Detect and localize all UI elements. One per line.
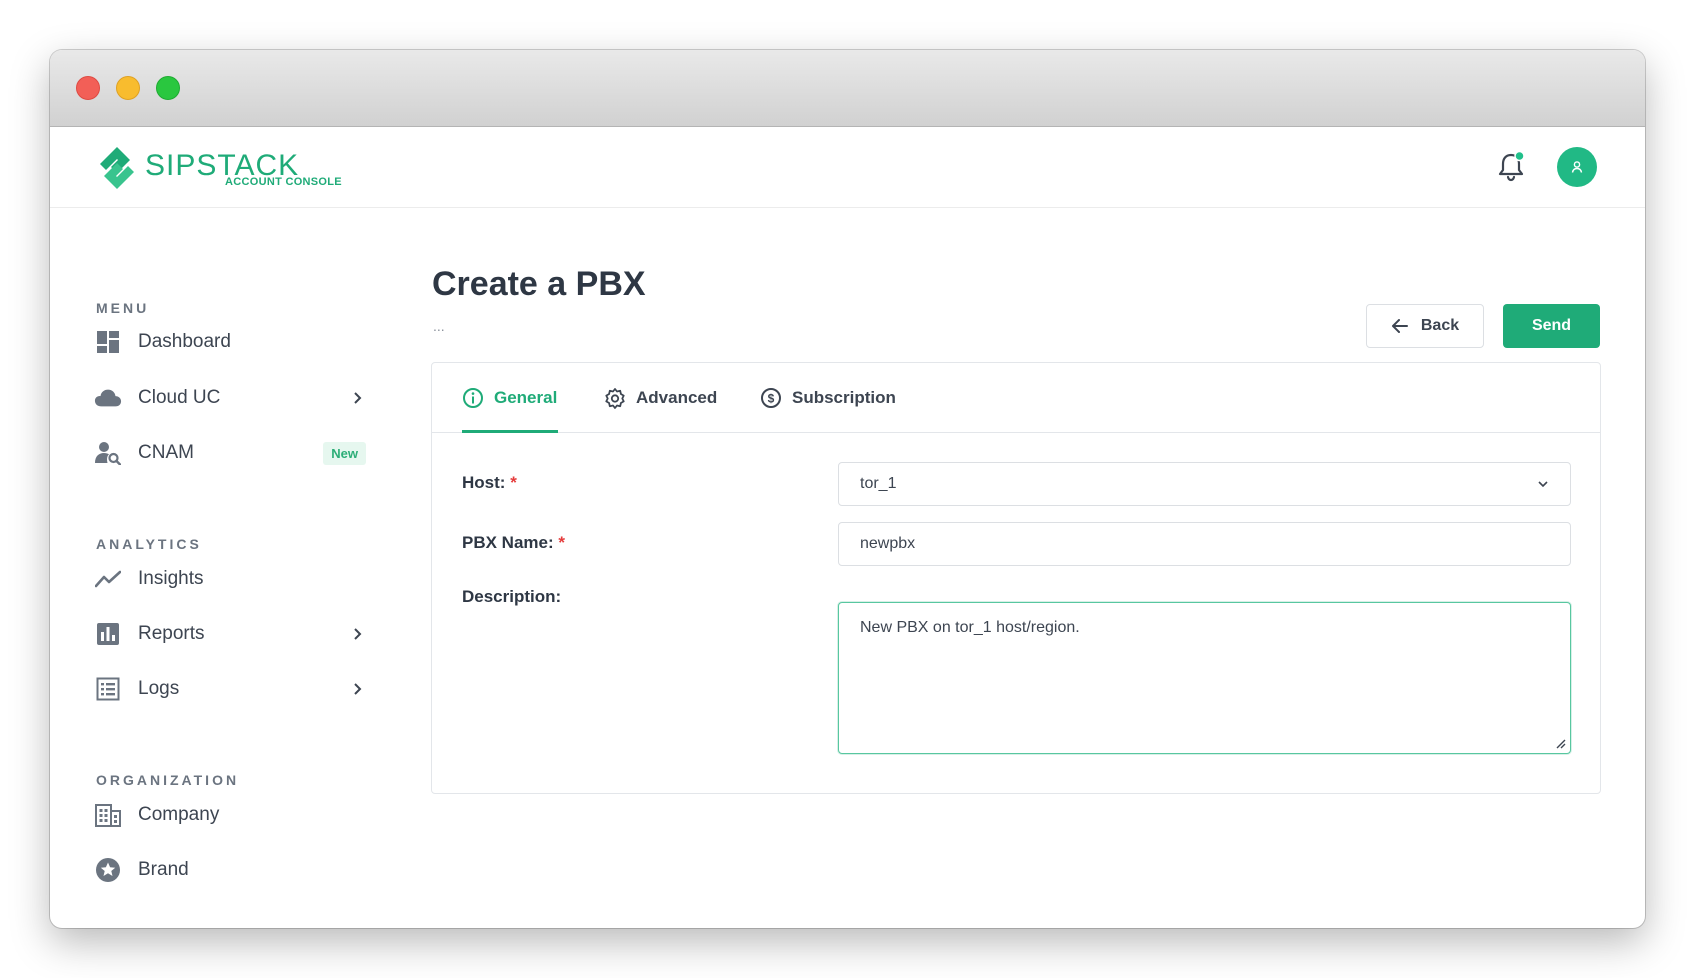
chevron-right-icon [350,681,366,697]
sidebar-item-label: CNAM [138,442,194,463]
dollar-icon: $ [761,388,781,408]
chevron-right-icon [350,626,366,642]
user-icon [1571,161,1583,173]
back-button[interactable]: Back [1366,304,1484,348]
sidebar-item-company[interactable]: Company [94,795,366,835]
chevron-down-icon [1538,481,1548,488]
tab-label: Subscription [792,388,896,407]
dashboard-icon [94,328,122,356]
bell-icon [1498,150,1525,182]
host-select-value: tor_1 [860,475,897,492]
close-window-button[interactable] [76,76,100,100]
page-title: Create a PBX [432,265,646,303]
sidebar-item-label: Cloud UC [138,387,221,408]
active-tab-indicator [462,430,558,433]
tab-bar: General Advanced $ Subscription [432,363,1600,433]
required-marker: * [558,533,565,552]
pbx-name-value: newpbx [860,535,916,552]
sidebar-item-cnam[interactable]: CNAM New [94,433,366,473]
sidebar-item-insights[interactable]: Insights [94,559,366,599]
brand-subtitle: ACCOUNT CONSOLE [225,176,342,188]
sidebar-section-analytics: ANALYTICS [96,536,202,552]
sidebar-item-label: Brand [138,859,189,880]
tab-advanced[interactable]: Advanced [604,363,717,433]
minimize-window-button[interactable] [116,76,140,100]
sidebar: MENU ANALYTICS ORGANIZATION Dashboard Cl… [50,208,430,928]
svg-text:$: $ [768,392,775,406]
host-select[interactable]: tor_1 [838,462,1571,506]
sidebar-item-label: Reports [138,623,205,644]
chevron-right-icon [350,390,366,406]
tab-label: Advanced [636,388,718,407]
sidebar-section-organization: ORGANIZATION [96,772,240,788]
sidebar-item-cloud-uc[interactable]: Cloud UC [94,378,366,418]
description-label-text: Description: [462,587,562,606]
tab-general[interactable]: General [462,363,557,433]
trend-icon [94,565,122,593]
sipstack-logo-icon [100,147,134,189]
top-header: SIPSTACK ACCOUNT CONSOLE [50,127,1645,208]
tab-subscription[interactable]: $ Subscription [760,363,896,433]
sidebar-item-label: Insights [138,568,204,589]
user-search-icon [94,439,122,467]
pbx-name-input[interactable]: newpbx [838,522,1571,566]
maximize-window-button[interactable] [156,76,180,100]
form-card: General Advanced $ Subscription Host: * … [431,362,1601,794]
brand-logo[interactable]: SIPSTACK ACCOUNT CONSOLE [94,145,354,191]
list-icon [94,675,122,703]
sidebar-item-logs[interactable]: Logs [94,669,366,709]
sidebar-item-label: Logs [138,678,180,699]
sidebar-section-menu: MENU [96,300,150,316]
pbx-name-label-text: PBX Name: [462,533,554,552]
tab-label: General [494,388,558,407]
star-icon [94,856,122,884]
sidebar-item-brand[interactable]: Brand [94,850,366,890]
new-badge: New [323,441,366,465]
back-button-label: Back [1420,317,1460,334]
app-window: SIPSTACK ACCOUNT CONSOLE MENU ANALYTICS … [50,50,1645,928]
building-icon [94,801,122,829]
sidebar-item-label: Dashboard [138,331,231,352]
resize-handle-icon[interactable] [1554,737,1566,749]
sidebar-item-label: Company [138,804,220,825]
user-avatar[interactable] [1557,147,1597,187]
host-label-text: Host: [462,473,506,492]
sidebar-item-reports[interactable]: Reports [94,614,366,654]
send-button[interactable]: Send [1503,304,1600,348]
info-icon [463,388,483,408]
window-titlebar [50,50,1645,127]
gear-icon [605,388,625,409]
sidebar-item-dashboard[interactable]: Dashboard [94,322,366,362]
required-marker: * [510,473,517,492]
host-label: Host: * [462,473,517,493]
breadcrumb[interactable]: ... [433,318,445,334]
description-textarea[interactable]: New PBX on tor_1 host/region. [838,602,1571,754]
bar-chart-icon [94,620,122,648]
notification-button[interactable] [1497,149,1527,183]
cloud-icon [94,384,122,412]
arrow-left-icon [1391,319,1408,333]
pbx-name-label: PBX Name: * [462,533,565,553]
description-label: Description: [462,587,561,607]
description-value: New PBX on tor_1 host/region. [860,619,1080,636]
